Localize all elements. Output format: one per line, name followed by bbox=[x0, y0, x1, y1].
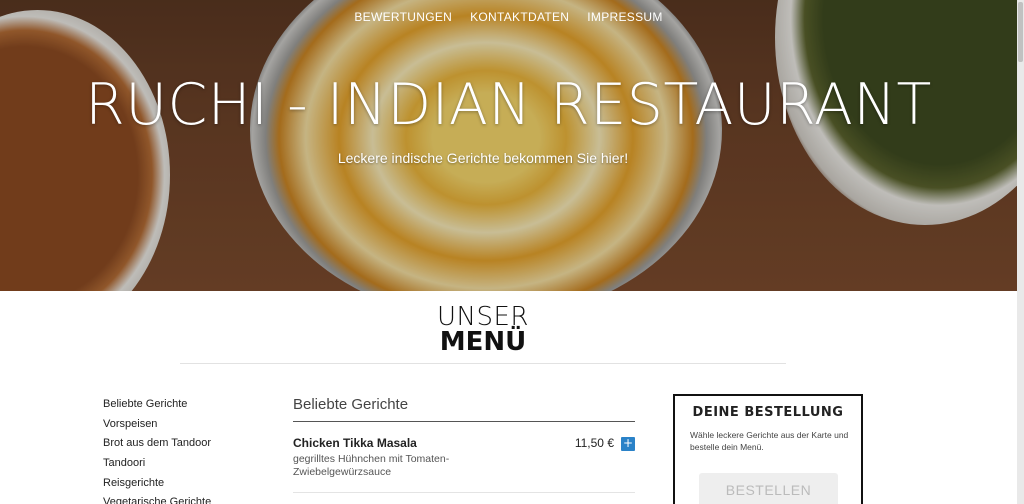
heading-divider bbox=[180, 363, 786, 364]
dish-divider bbox=[293, 492, 635, 493]
dish-description: gegrilltes Hühnchen mit Tomaten-Zwiebelg… bbox=[293, 453, 450, 478]
menu-heading-line2: MENÜ bbox=[439, 327, 527, 357]
nav-link-kontaktdaten[interactable]: KONTAKTDATEN bbox=[470, 10, 569, 24]
category-item-vorspeisen[interactable]: Vorspeisen bbox=[103, 416, 211, 436]
top-navigation: BEWERTUNGEN KONTAKTDATEN IMPRESSUM bbox=[0, 10, 1017, 24]
category-item-brot[interactable]: Brot aus dem Tandoor bbox=[103, 435, 211, 455]
nav-link-bewertungen[interactable]: BEWERTUNGEN bbox=[354, 10, 452, 24]
dish-item: Chicken Tikka Masala gegrilltes Hühnchen… bbox=[293, 436, 635, 479]
menu-heading: UNSER MENÜ bbox=[0, 304, 966, 357]
hero-overlay bbox=[0, 0, 1017, 291]
hero-banner: BEWERTUNGEN KONTAKTDATEN IMPRESSUM RUCHI… bbox=[0, 0, 1017, 291]
scrollbar-thumb[interactable] bbox=[1018, 2, 1023, 62]
category-item-beliebte-gerichte[interactable]: Beliebte Gerichte bbox=[103, 396, 211, 416]
dish-price: 11,50 € bbox=[574, 436, 614, 450]
nav-link-impressum[interactable]: IMPRESSUM bbox=[587, 10, 662, 24]
section-divider bbox=[293, 421, 635, 422]
order-hint-text: Wähle leckere Gerichte aus der Karte und… bbox=[690, 430, 849, 452]
order-button[interactable]: BESTELLEN bbox=[699, 473, 838, 504]
category-list: Beliebte Gerichte Vorspeisen Brot aus de… bbox=[103, 396, 211, 504]
restaurant-title: RUCHI - INDIAN RESTAURANT bbox=[85, 72, 932, 138]
hero-subtitle: Leckere indische Gerichte bekommen Sie h… bbox=[337, 150, 629, 166]
order-title: DEINE BESTELLUNG bbox=[692, 405, 844, 420]
scrollbar-track[interactable] bbox=[1017, 0, 1024, 504]
category-item-tandoori[interactable]: Tandoori bbox=[103, 455, 211, 475]
category-item-vegetarisch[interactable]: Vegetarische Gerichte bbox=[103, 494, 211, 504]
add-to-order-button[interactable]: + bbox=[621, 437, 635, 451]
section-title: Beliebte Gerichte bbox=[293, 396, 409, 413]
order-panel: DEINE BESTELLUNG Wähle leckere Gerichte … bbox=[673, 394, 863, 504]
category-item-reisgerichte[interactable]: Reisgerichte bbox=[103, 475, 211, 495]
